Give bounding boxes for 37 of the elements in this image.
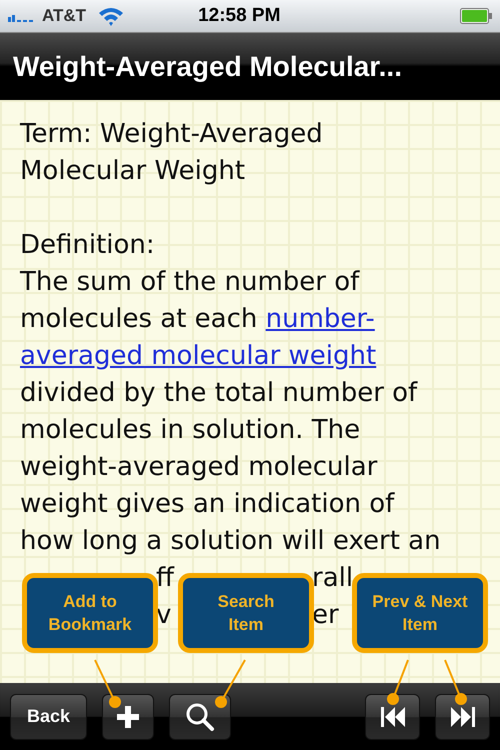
definition-text: er	[312, 599, 339, 632]
skip-forward-icon	[450, 704, 476, 728]
definition-text: divided by the total number of	[20, 378, 418, 408]
search-button[interactable]	[169, 694, 231, 740]
definition-text: ff	[156, 562, 174, 595]
term-link[interactable]: averaged molecular weight	[20, 341, 376, 371]
add-bookmark-button[interactable]	[102, 694, 154, 740]
definition-heading: Definition:	[20, 229, 156, 262]
plus-icon	[117, 706, 139, 728]
hint-tooltip: Search Item	[178, 573, 314, 653]
definition-text: molecules at each	[20, 304, 258, 334]
definition-text: how long a solution will exert an	[20, 526, 441, 556]
back-button[interactable]: Back	[10, 694, 87, 740]
leader-line	[387, 660, 409, 705]
definition-text: weight-averaged molecular	[20, 452, 378, 482]
skip-back-icon	[380, 704, 406, 728]
definition-text: The sum of the number of	[20, 267, 360, 297]
page-title: Weight-Averaged Molecular...	[13, 50, 402, 82]
definition-text: rall	[312, 562, 354, 595]
hint-tooltip: Add to Bookmark	[22, 573, 158, 653]
carrier-name: AT&T	[42, 6, 86, 26]
search-icon	[185, 702, 215, 732]
term-line: Term: Weight-Averaged	[20, 118, 324, 151]
leader-line	[444, 660, 467, 705]
wifi-icon	[98, 6, 124, 26]
definition-text: v	[156, 599, 172, 632]
leader-line	[215, 660, 246, 708]
term-line: Molecular Weight	[20, 155, 246, 188]
definition-text: weight gives an indication of	[20, 489, 394, 519]
term-link[interactable]: number-	[266, 304, 375, 334]
hint-tooltip: Prev & Next Item	[352, 573, 488, 653]
definition-text: molecules in solution. The	[20, 415, 360, 445]
clock-time: 12:58 PM	[198, 5, 282, 27]
previous-button[interactable]	[365, 694, 420, 740]
battery-icon	[460, 8, 492, 24]
next-button[interactable]	[435, 694, 490, 740]
leader-line	[94, 660, 121, 708]
